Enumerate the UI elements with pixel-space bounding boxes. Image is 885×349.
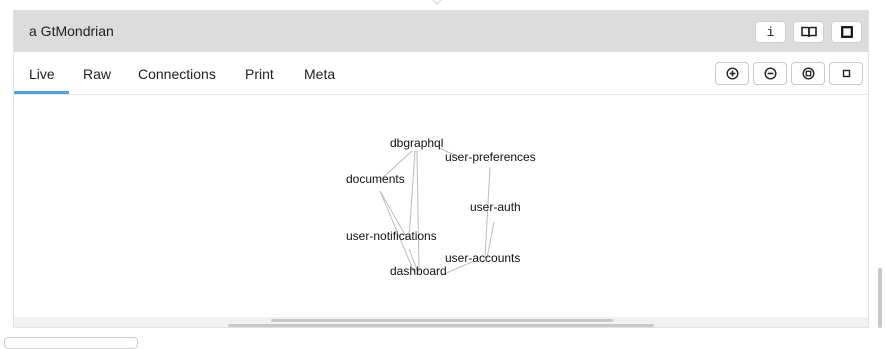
next-panel-header <box>4 337 138 349</box>
graph-node-dashboard[interactable]: dashboard <box>390 264 447 278</box>
tab-connections[interactable]: Connections <box>138 66 216 82</box>
plus-circle-icon <box>725 67 739 80</box>
square-icon <box>840 26 853 38</box>
zoom-in-button[interactable] <box>715 62 749 85</box>
info-icon: i <box>766 24 775 40</box>
fit-icon <box>801 67 815 80</box>
graph-node-documents[interactable]: documents <box>346 172 405 186</box>
graph-node-dbgraphql[interactable]: dbgraphql <box>390 136 443 150</box>
tab-bar: Live Raw Connections Print Meta <box>14 52 868 95</box>
browse-button[interactable] <box>793 21 824 43</box>
zoom-reset-button[interactable] <box>829 62 863 85</box>
zoom-fit-button[interactable] <box>791 62 825 85</box>
edge-dbgraphql-dashboard <box>416 150 420 273</box>
graph-node-user-auth[interactable]: user-auth <box>470 200 521 214</box>
minus-circle-icon <box>763 67 777 80</box>
tab-live[interactable]: Live <box>29 66 55 82</box>
graph-canvas[interactable]: dbgraphql user-preferences documents use… <box>14 95 868 317</box>
pointer-notch-icon <box>432 0 442 5</box>
zoom-out-button[interactable] <box>753 62 787 85</box>
canvas-horizontal-scrollbar[interactable] <box>271 319 613 322</box>
edge-dbgraphql-user-notifications <box>408 150 416 239</box>
graph-node-user-accounts[interactable]: user-accounts <box>445 251 520 265</box>
inspector-panel: a GtMondrian i Live Raw Connections Prin… <box>13 10 869 328</box>
graph-node-user-preferences[interactable]: user-preferences <box>445 150 536 164</box>
tab-print[interactable]: Print <box>245 66 274 82</box>
graph-node-user-notifications[interactable]: user-notifications <box>346 229 437 243</box>
outer-horizontal-scrollbar[interactable] <box>228 324 654 327</box>
tab-meta[interactable]: Meta <box>304 66 335 82</box>
window-titlebar: a GtMondrian i <box>14 11 868 52</box>
outer-vertical-scrollbar[interactable] <box>878 268 882 328</box>
tab-raw[interactable]: Raw <box>83 66 111 82</box>
graph-edges <box>378 147 495 276</box>
active-tab-indicator <box>14 91 69 94</box>
maximize-button[interactable] <box>831 21 862 43</box>
window-title: a GtMondrian <box>29 23 114 39</box>
book-icon <box>800 26 817 38</box>
small-square-icon <box>842 69 850 78</box>
info-button[interactable]: i <box>755 21 786 43</box>
